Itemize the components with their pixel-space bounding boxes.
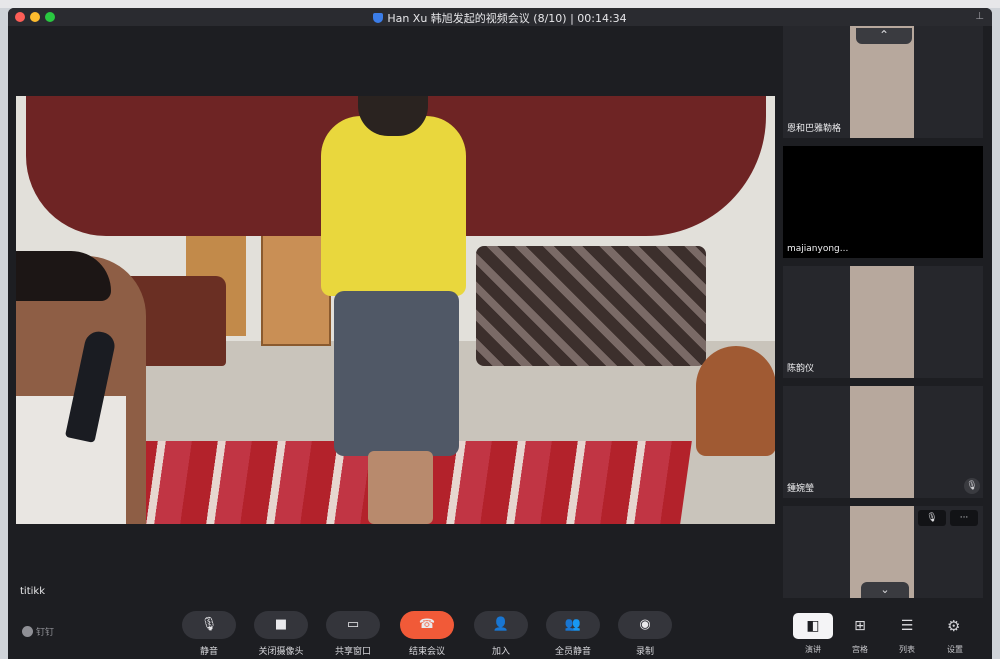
add-person-label: 加入 [491,647,510,657]
settings-label: 设置 [947,645,963,654]
pin-icon[interactable]: ⊥ [975,11,984,22]
screen-share-icon: ▭ [346,617,360,632]
participant-name: 鍾婉瑩 [787,484,815,494]
view-grid-label: 宫格 [852,645,868,654]
shield-icon [373,13,384,23]
mic-muted-icon: 🎙 [964,478,980,494]
meeting-toolbar: 钉钉 🎙 静音 ■ 关闭摄像头 ▭ 共享窗口 ☎ 结束会议 👤 加入 👥 全员静… [8,603,992,659]
add-person-icon: 👤 [492,617,510,632]
main-video-feed[interactable] [16,96,775,524]
end-meeting-label: 结束会议 [408,647,445,657]
participant-name: majianyong... [787,244,849,254]
active-speaker-name: titikk [20,586,45,597]
grid-layout-icon: ⊞ [854,618,866,634]
participant-list: ⌃ 恩和巴雅勒格 majianyong... 陈韵仪 鍾婉瑩 🎙 🎙 ··· ⌄ [781,26,992,603]
view-list-button[interactable]: ☰ [887,613,927,639]
main-video-stage: titikk [8,26,775,603]
mute-button[interactable]: 🎙 [182,611,236,639]
view-list-label: 列表 [899,645,915,654]
add-person-button[interactable]: 👤 [474,611,528,639]
camera-icon: ■ [274,617,288,632]
share-window-label: 共享窗口 [334,647,371,657]
speaker-layout-icon: ◧ [806,618,820,634]
camera-off-button[interactable]: ■ [254,611,308,639]
participant-tile[interactable]: majianyong... [783,146,983,258]
window-title: Han Xu 韩旭发起的视频会议 (8/10) | 00:14:34 [387,12,627,25]
system-menu-bar [0,0,1000,8]
mic-icon[interactable]: 🎙 [918,510,946,526]
more-options-button[interactable]: ··· [950,510,978,526]
view-speaker-label: 演讲 [805,645,821,654]
brand-label: 钉钉 [36,628,55,638]
participant-tile[interactable]: 鍾婉瑩 🎙 [783,386,983,498]
chevron-down-icon[interactable]: ⌄ [861,582,909,598]
camera-off-label: 关闭摄像头 [258,647,304,657]
participant-video [850,266,914,378]
participant-tile[interactable]: 🎙 ··· ⌄ [783,506,983,598]
participant-tile[interactable]: 陈韵仪 [783,266,983,378]
meeting-window: Han Xu 韩旭发起的视频会议 (8/10) | 00:14:34 ⊥ tit… [8,8,992,659]
hang-up-icon: ☎ [418,617,436,632]
record-button[interactable]: ◉ [618,611,672,639]
settings-gear-icon[interactable]: ⚙ [947,617,960,635]
view-grid-button[interactable]: ⊞ [840,613,880,639]
microphone-icon: 🎙 [200,617,218,632]
group-mute-icon: 👥 [564,617,582,632]
participant-tile[interactable]: ⌃ 恩和巴雅勒格 [783,26,983,138]
view-speaker-button[interactable]: ◧ [793,613,833,639]
mute-all-label: 全员静音 [554,647,591,657]
list-layout-icon: ☰ [900,618,914,634]
end-meeting-button[interactable]: ☎ [400,611,454,639]
participant-name: 陈韵仪 [787,364,815,374]
record-label: 录制 [635,647,654,657]
brand: 钉钉 [22,625,54,638]
chevron-up-icon[interactable]: ⌃ [856,28,912,44]
title-bar: Han Xu 韩旭发起的视频会议 (8/10) | 00:14:34 ⊥ [8,8,992,26]
participant-video [850,386,914,498]
share-window-button[interactable]: ▭ [326,611,380,639]
dingtalk-logo-icon [22,626,33,637]
record-icon: ◉ [639,617,651,632]
mute-label: 静音 [199,647,218,657]
participant-name: 恩和巴雅勒格 [787,124,842,134]
mute-all-button[interactable]: 👥 [546,611,600,639]
